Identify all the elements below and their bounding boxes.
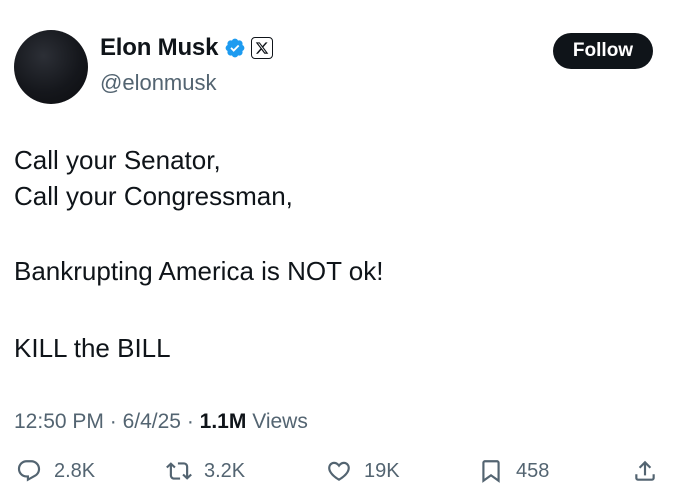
tweet-meta: 12:50 PM · 6/4/25 · 1.1M Views xyxy=(14,410,308,434)
avatar[interactable] xyxy=(14,30,88,104)
heart-icon xyxy=(328,461,350,481)
author-handle[interactable]: @elonmusk xyxy=(100,70,217,96)
repost-count: 3.2K xyxy=(204,459,246,482)
views-label: Views xyxy=(252,410,308,433)
meta-separator: · xyxy=(186,410,194,433)
follow-button[interactable]: Follow xyxy=(553,33,653,69)
views-count[interactable]: 1.1M xyxy=(200,410,247,433)
reply-button[interactable]: 2.8K xyxy=(16,458,95,484)
tweet-date[interactable]: 6/4/25 xyxy=(123,410,181,433)
tweet-text-line: Call your Senator, xyxy=(14,145,221,175)
repost-icon xyxy=(166,462,192,480)
tweet-time[interactable]: 12:50 PM xyxy=(14,410,104,433)
reply-count: 2.8K xyxy=(54,459,96,482)
reply-icon xyxy=(17,460,41,482)
author-display-name[interactable]: Elon Musk xyxy=(100,34,218,62)
share-button[interactable] xyxy=(632,458,658,484)
author-name-row: Elon Musk xyxy=(100,34,274,62)
bookmark-count: 458 xyxy=(516,459,550,482)
verified-badge-icon[interactable] xyxy=(224,37,246,59)
x-logo-icon[interactable] xyxy=(251,37,274,59)
tweet-text-line: Call your Congressman, xyxy=(14,181,293,211)
bookmark-icon xyxy=(482,460,500,483)
like-count: 19K xyxy=(364,459,400,482)
share-icon xyxy=(635,460,655,481)
repost-button[interactable]: 3.2K xyxy=(166,458,245,484)
like-button[interactable]: 19K xyxy=(326,458,400,484)
tweet-text-line: KILL the BILL xyxy=(14,333,171,363)
bookmark-button[interactable]: 458 xyxy=(478,458,549,484)
meta-separator: · xyxy=(109,410,117,433)
tweet-text-line: Bankrupting America is NOT ok! xyxy=(14,256,384,286)
